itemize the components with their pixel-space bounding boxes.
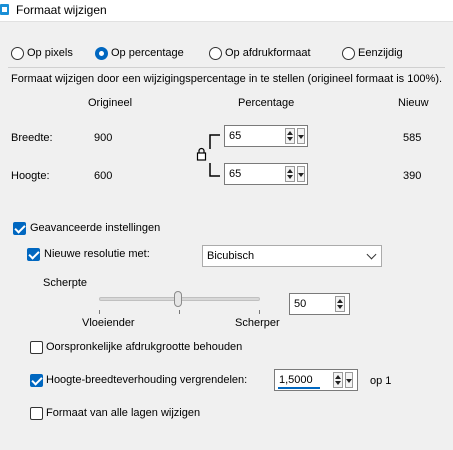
height-original: 600 bbox=[94, 170, 113, 182]
width-percentage-spinner[interactable]: 65 bbox=[224, 125, 308, 147]
resample-checkbox[interactable] bbox=[27, 248, 40, 261]
width-label: Breedte: bbox=[11, 132, 53, 144]
lock-ratio-checkbox[interactable] bbox=[30, 374, 43, 387]
height-spin-arrows[interactable] bbox=[285, 166, 295, 182]
height-dropdown-button[interactable] bbox=[297, 166, 305, 182]
radio-op-afdrukformaat[interactable] bbox=[209, 47, 222, 60]
resample-method-value[interactable]: Bicubisch bbox=[207, 250, 254, 262]
resample-method-select[interactable]: Bicubisch bbox=[202, 245, 382, 267]
lock-ratio-label[interactable]: Hoogte-breedteverhouding vergrendelen: bbox=[46, 374, 247, 386]
radio-op-afdrukformaat-label[interactable]: Op afdrukformaat bbox=[225, 47, 311, 59]
group-divider bbox=[8, 67, 445, 68]
column-original: Origineel bbox=[88, 97, 133, 109]
column-new: Nieuw bbox=[398, 97, 429, 109]
slider-tick bbox=[99, 310, 100, 314]
slider-tick bbox=[179, 310, 180, 314]
radio-op-percentage[interactable] bbox=[95, 47, 108, 60]
width-percentage-value[interactable]: 65 bbox=[229, 130, 241, 142]
sharpness-label: Scherpte bbox=[43, 277, 88, 289]
slider-tick bbox=[259, 310, 260, 314]
all-layers-label[interactable]: Formaat van alle lagen wijzigen bbox=[46, 407, 200, 419]
ratio-suffix: op 1 bbox=[370, 375, 392, 387]
sharpness-right-label: Scherper bbox=[235, 317, 280, 329]
window-title: Formaat wijzigen bbox=[16, 3, 107, 17]
width-dropdown-button[interactable] bbox=[297, 128, 305, 144]
sharpness-value[interactable]: 50 bbox=[294, 298, 306, 310]
radio-op-pixels[interactable] bbox=[11, 47, 24, 60]
resample-label[interactable]: Nieuwe resolutie met: bbox=[44, 248, 150, 260]
ratio-focus-underline bbox=[278, 387, 320, 389]
column-percentage: Percentage bbox=[238, 97, 295, 109]
description-text: Formaat wijzigen door een wijzigingsperc… bbox=[11, 73, 445, 85]
keep-print-size-label[interactable]: Oorspronkelijke afdrukgrootte behouden bbox=[46, 341, 242, 353]
height-new: 390 bbox=[403, 170, 422, 182]
all-layers-checkbox[interactable] bbox=[30, 407, 43, 420]
ratio-spin-arrows[interactable] bbox=[333, 372, 343, 388]
width-original: 900 bbox=[94, 132, 113, 144]
radio-op-pixels-label[interactable]: Op pixels bbox=[27, 47, 73, 59]
height-percentage-value[interactable]: 65 bbox=[229, 168, 241, 180]
sharpness-spinner[interactable]: 50 bbox=[289, 293, 350, 315]
radio-eenzijdig-label[interactable]: Eenzijdig bbox=[358, 47, 403, 59]
lock-icon[interactable] bbox=[196, 147, 207, 161]
advanced-settings-label[interactable]: Geavanceerde instellingen bbox=[30, 222, 160, 234]
width-spin-arrows[interactable] bbox=[285, 128, 295, 144]
resize-app-icon bbox=[0, 4, 9, 15]
sharpness-left-label: Vloeiender bbox=[82, 317, 135, 329]
chevron-down-icon[interactable] bbox=[366, 249, 377, 260]
ratio-dropdown-button[interactable] bbox=[345, 372, 353, 388]
radio-eenzijdig[interactable] bbox=[342, 47, 355, 60]
height-label: Hoogte: bbox=[11, 170, 50, 182]
height-percentage-spinner[interactable]: 65 bbox=[224, 163, 308, 185]
sharpness-spin-arrows[interactable] bbox=[335, 296, 345, 312]
keep-print-size-checkbox[interactable] bbox=[30, 341, 43, 354]
ratio-spinner[interactable]: 1,5000 bbox=[274, 369, 358, 391]
advanced-settings-checkbox[interactable] bbox=[13, 222, 26, 235]
width-new: 585 bbox=[403, 132, 422, 144]
radio-op-percentage-label[interactable]: Op percentage bbox=[111, 47, 184, 59]
title-separator bbox=[0, 21, 453, 22]
ratio-value[interactable]: 1,5000 bbox=[279, 374, 313, 386]
sharpness-slider-thumb[interactable] bbox=[174, 291, 182, 307]
